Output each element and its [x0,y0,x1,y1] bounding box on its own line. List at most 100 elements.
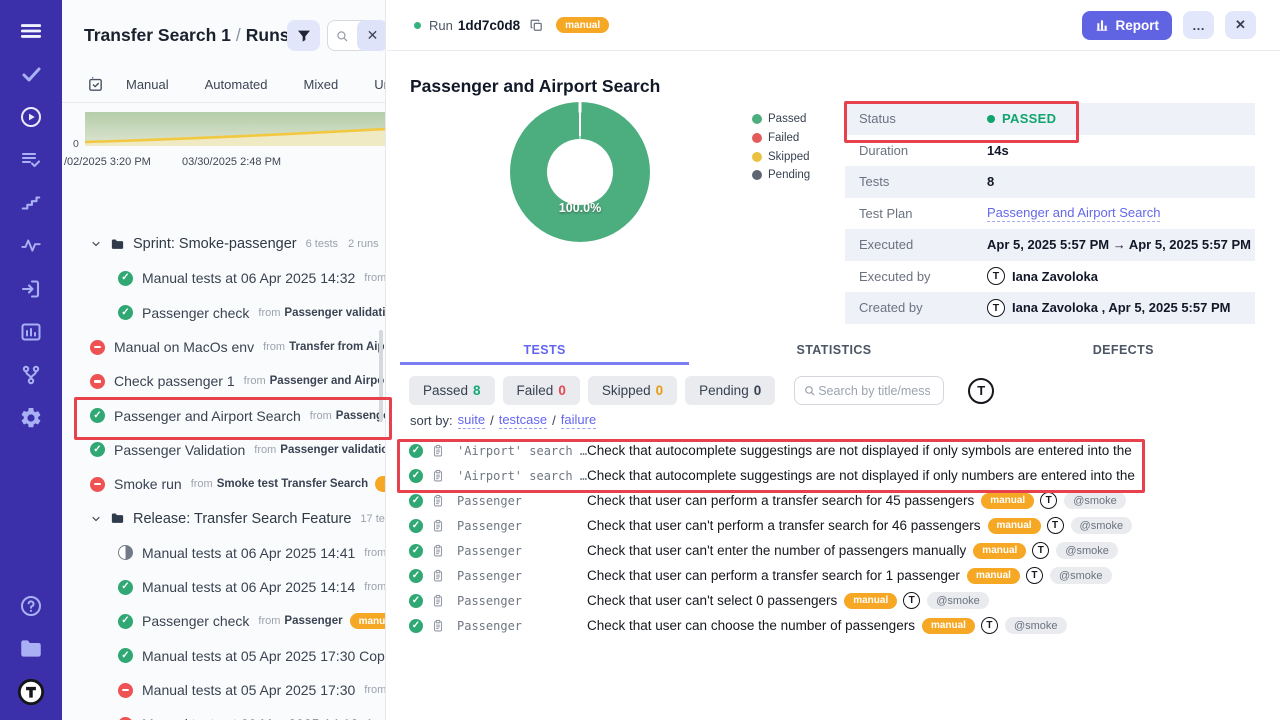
run-manual-badge: manual [556,17,609,33]
test-row[interactable]: PassengerCheck that user can't select 0 … [409,588,1280,613]
test-row[interactable]: PassengerCheck that user can choose the … [409,613,1280,638]
tree-run-from-target: Passenger validation [280,444,385,456]
icon-rail [0,0,62,720]
summary-link[interactable]: Passenger and Airport Search [987,205,1160,222]
filter-chip-passed[interactable]: Passed8 [409,376,495,405]
avatar: T [903,592,920,609]
filter-chip-failed[interactable]: Failed0 [503,376,580,405]
filter-chip-pending[interactable]: Pending0 [685,376,775,405]
sign-in-icon[interactable] [16,274,46,304]
sort-link-suite[interactable]: suite [458,412,485,429]
runs-tree: Sprint: Smoke-passenger6 tests2 runsManu… [62,227,385,720]
testcase-icon [431,494,445,508]
select-all-icon[interactable] [87,76,104,93]
sort-link-failure[interactable]: failure [561,412,596,429]
testcase-icon [431,444,445,458]
tab-statistics[interactable]: STATISTICS [689,337,978,365]
steps-icon[interactable] [16,188,46,218]
test-suite: Passenger [457,519,587,533]
tree-folder-row[interactable]: Sprint: Smoke-passenger6 tests2 runs [62,227,385,261]
help-icon[interactable] [16,591,46,621]
panel-tab-manual[interactable]: Manual [126,77,169,92]
tree-run-label: Passenger check [142,305,249,321]
tree-run-from-label: from [364,272,385,284]
manual-badge: manual [350,613,385,629]
test-row[interactable]: PassengerCheck that user can't enter the… [409,538,1280,563]
test-row[interactable]: 'Airport' search …Check that autocomplet… [409,438,1280,463]
folder-icon[interactable] [16,634,46,664]
bar-chart-icon[interactable] [16,317,46,347]
list-check-icon[interactable] [16,145,46,175]
tree-run-row[interactable]: Manual tests at 06 Apr 2025 14:41fromTra… [62,536,385,570]
tree-run-row[interactable]: Manual tests at 30 Mar 2025 14:18fromTra… [62,707,385,720]
panel-tab-unfinished[interactable]: Unfinished [374,77,386,92]
tree-run-row[interactable]: Passenger and Airport SearchfromPassenge… [62,398,385,432]
tab-tests[interactable]: TESTS [400,337,689,365]
test-row[interactable]: PassengerCheck that user can't perform a… [409,513,1280,538]
left-panel-scrollbar[interactable] [379,330,383,422]
tree-run-row[interactable]: Manual tests at 05 Apr 2025 17:30 Copyfr… [62,639,385,673]
tree-run-row[interactable]: Manual tests at 06 Apr 2025 14:32fromPas… [62,261,385,295]
breadcrumb-separator: / [231,25,246,45]
tree-folder-label: Sprint: Smoke-passenger [133,236,297,252]
test-row[interactable]: 'Airport' search …Check that autocomplet… [409,463,1280,488]
tree-run-row[interactable]: Manual on MacOs envfromTransfer from Aip… [62,330,385,364]
tree-run-row[interactable]: Manual tests at 05 Apr 2025 17:30fromTra… [62,673,385,707]
breadcrumb-page: Runs [246,25,290,45]
testcase-icon [431,569,445,583]
results-donut-chart: 100.0% [510,102,650,242]
run-detail: Run 1dd7c0d8 manual Report … ✕ Passenger… [387,0,1280,720]
settings-gear-icon[interactable] [16,403,46,433]
smoke-tag: @smoke [1005,617,1067,634]
legend-dot [752,170,762,180]
git-branch-icon[interactable] [16,360,46,390]
tree-run-row[interactable]: Passenger checkfromPassengermanual6 [62,604,385,638]
test-row[interactable]: PassengerCheck that user can perform a t… [409,563,1280,588]
play-circle-icon[interactable] [16,102,46,132]
test-suite: Passenger [457,594,587,608]
copy-icon[interactable] [529,18,544,33]
activity-icon[interactable] [16,231,46,261]
report-button[interactable]: Report [1082,11,1173,40]
tree-folder-label: Release: Transfer Search Feature [133,511,351,527]
check-icon[interactable] [16,59,46,89]
tree-run-label: Manual tests at 05 Apr 2025 17:30 Copy [142,648,385,664]
app-logo[interactable] [16,677,46,707]
folder-icon [110,237,125,252]
tests-search[interactable] [794,376,944,405]
manual-badge: manual [967,568,1020,584]
tree-run-row[interactable]: Passenger ValidationfromPassenger valida… [62,433,385,467]
manual-badge: manual [973,543,1026,559]
panel-tab-automated[interactable]: Automated [205,77,268,92]
filter-button[interactable] [287,20,320,51]
passed-status-icon [118,614,133,629]
run-header: Run 1dd7c0d8 manual Report … ✕ [387,0,1280,51]
tab-defects[interactable]: DEFECTS [979,337,1268,365]
tree-run-row[interactable]: Passenger checkfromPassenger validationm… [62,296,385,330]
menu-icon[interactable] [16,16,46,46]
tree-run-row[interactable]: Check passenger 1fromPassenger and Airpo… [62,364,385,398]
chart-x-label-start: /02/2025 3:20 PM [64,156,151,168]
tree-run-row[interactable]: Smoke runfromSmoke test Transfer Searchm… [62,467,385,501]
test-row[interactable]: PassengerCheck that user can perform a t… [409,488,1280,513]
more-button[interactable]: … [1183,11,1214,39]
user-name: Iana Zavoloka [1012,269,1098,284]
tree-run-from-target: Passenger and Airport Searc [270,375,385,387]
partial-status-icon [118,545,133,560]
panel-search-close-button[interactable]: ✕ [357,20,386,51]
tests-search-input[interactable] [816,383,932,399]
tree-run-from-target: Passenger validation [284,307,385,319]
chevron-down-icon[interactable] [90,513,102,525]
filter-chip-skipped[interactable]: Skipped0 [588,376,677,405]
chevron-down-icon[interactable] [90,238,102,250]
close-run-button[interactable]: ✕ [1225,11,1256,39]
tree-folder-row[interactable]: Release: Transfer Search Feature17 tests… [62,501,385,535]
tree-run-row[interactable]: Manual tests at 06 Apr 2025 14:14fromPas… [62,570,385,604]
sort-link-testcase[interactable]: testcase [499,412,547,429]
breadcrumb-project[interactable]: Transfer Search 1 [84,25,231,45]
panel-tab-mixed[interactable]: Mixed [304,77,339,92]
tree-run-from-label: from [254,444,276,456]
assignee-avatar[interactable]: T [968,378,994,404]
legend-item: Passed [752,110,810,129]
tree-run-from-label: from [258,307,280,319]
